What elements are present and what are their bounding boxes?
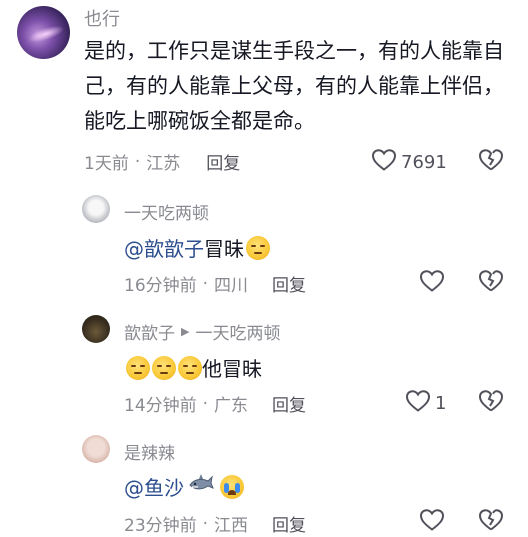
reply-text: @歆歆子 冒昧 (124, 233, 270, 262)
reply-time: 16分钟前 (124, 276, 197, 296)
reply-username-row: 歆歆子 ▶ 一天吃两顿 (124, 319, 280, 344)
avatar[interactable] (82, 195, 110, 223)
avatar[interactable] (82, 315, 110, 343)
like-count: 7691 (401, 152, 447, 173)
comment-location: 江苏 (146, 154, 181, 174)
reply-button[interactable]: 回复 (272, 391, 306, 416)
meta-separator: · (134, 151, 141, 172)
reply-to-arrow-icon: ▶ (181, 325, 190, 338)
reply-location: 广东 (214, 396, 249, 416)
reply-username-row: 一天吃两顿 (124, 199, 209, 224)
avatar[interactable] (17, 6, 70, 59)
reply-location: 江西 (214, 516, 249, 536)
awkward-emoji-icon (246, 235, 270, 260)
reply-location: 四川 (214, 276, 249, 296)
dislike-icon[interactable] (478, 148, 504, 176)
reply-username[interactable]: 歆歆子 (124, 319, 175, 344)
awkward-emoji-icon (126, 355, 150, 380)
reply-text: @鱼沙 (124, 472, 244, 501)
like-count: 1 (435, 393, 447, 414)
reply-to-username[interactable]: 一天吃两顿 (195, 319, 280, 344)
mention-link[interactable]: @鱼沙 (124, 472, 184, 501)
avatar[interactable] (82, 435, 110, 463)
reply-username[interactable]: 是辣辣 (124, 439, 175, 464)
reply-button[interactable]: 回复 (272, 271, 306, 296)
meta-separator: · (202, 393, 209, 414)
meta-separator: · (202, 273, 209, 294)
awkward-emoji-icon (152, 355, 176, 380)
like-button[interactable]: 7691 (371, 148, 447, 177)
awkward-emoji-icon (178, 355, 202, 380)
meta-separator: · (202, 513, 209, 534)
heart-icon[interactable] (405, 389, 431, 418)
heart-icon[interactable] (419, 508, 445, 536)
heart-icon[interactable] (419, 269, 445, 297)
crying-emoji-icon (220, 474, 244, 499)
reply-button[interactable]: 回复 (206, 149, 240, 174)
comment-text: 是的，工作只是谋生手段之一，有的人能靠自己，有的人能靠上父母，有的人能靠上伴侣，… (84, 39, 504, 133)
reply-username-row: 是辣辣 (124, 439, 175, 464)
reply-button[interactable]: 回复 (272, 511, 306, 536)
reply-time: 23分钟前 (124, 516, 197, 536)
dislike-icon[interactable] (478, 508, 504, 536)
heart-icon[interactable] (371, 148, 397, 177)
like-button[interactable]: 1 (405, 389, 446, 418)
shark-icon (188, 473, 214, 500)
reply-meta: 16分钟前 · 四川 回复 (124, 271, 306, 297)
reply-text: 他冒昧 (124, 353, 262, 382)
reply-text-body: 他冒昧 (202, 357, 262, 381)
dislike-icon[interactable] (478, 389, 504, 417)
comment-username[interactable]: 也行 (84, 5, 120, 31)
reply-username[interactable]: 一天吃两顿 (124, 199, 209, 224)
dislike-icon[interactable] (478, 269, 504, 297)
reply-meta: 14分钟前 · 广东 回复 (124, 391, 306, 417)
reply-meta: 23分钟前 · 江西 回复 (124, 511, 306, 537)
mention-link[interactable]: @歆歆子 (124, 233, 204, 262)
reply-text-body: 冒昧 (204, 237, 244, 261)
comment-meta: 1天前 · 江苏 回复 (84, 149, 240, 175)
reply-time: 14分钟前 (124, 396, 197, 416)
comment-time: 1天前 (84, 154, 129, 174)
